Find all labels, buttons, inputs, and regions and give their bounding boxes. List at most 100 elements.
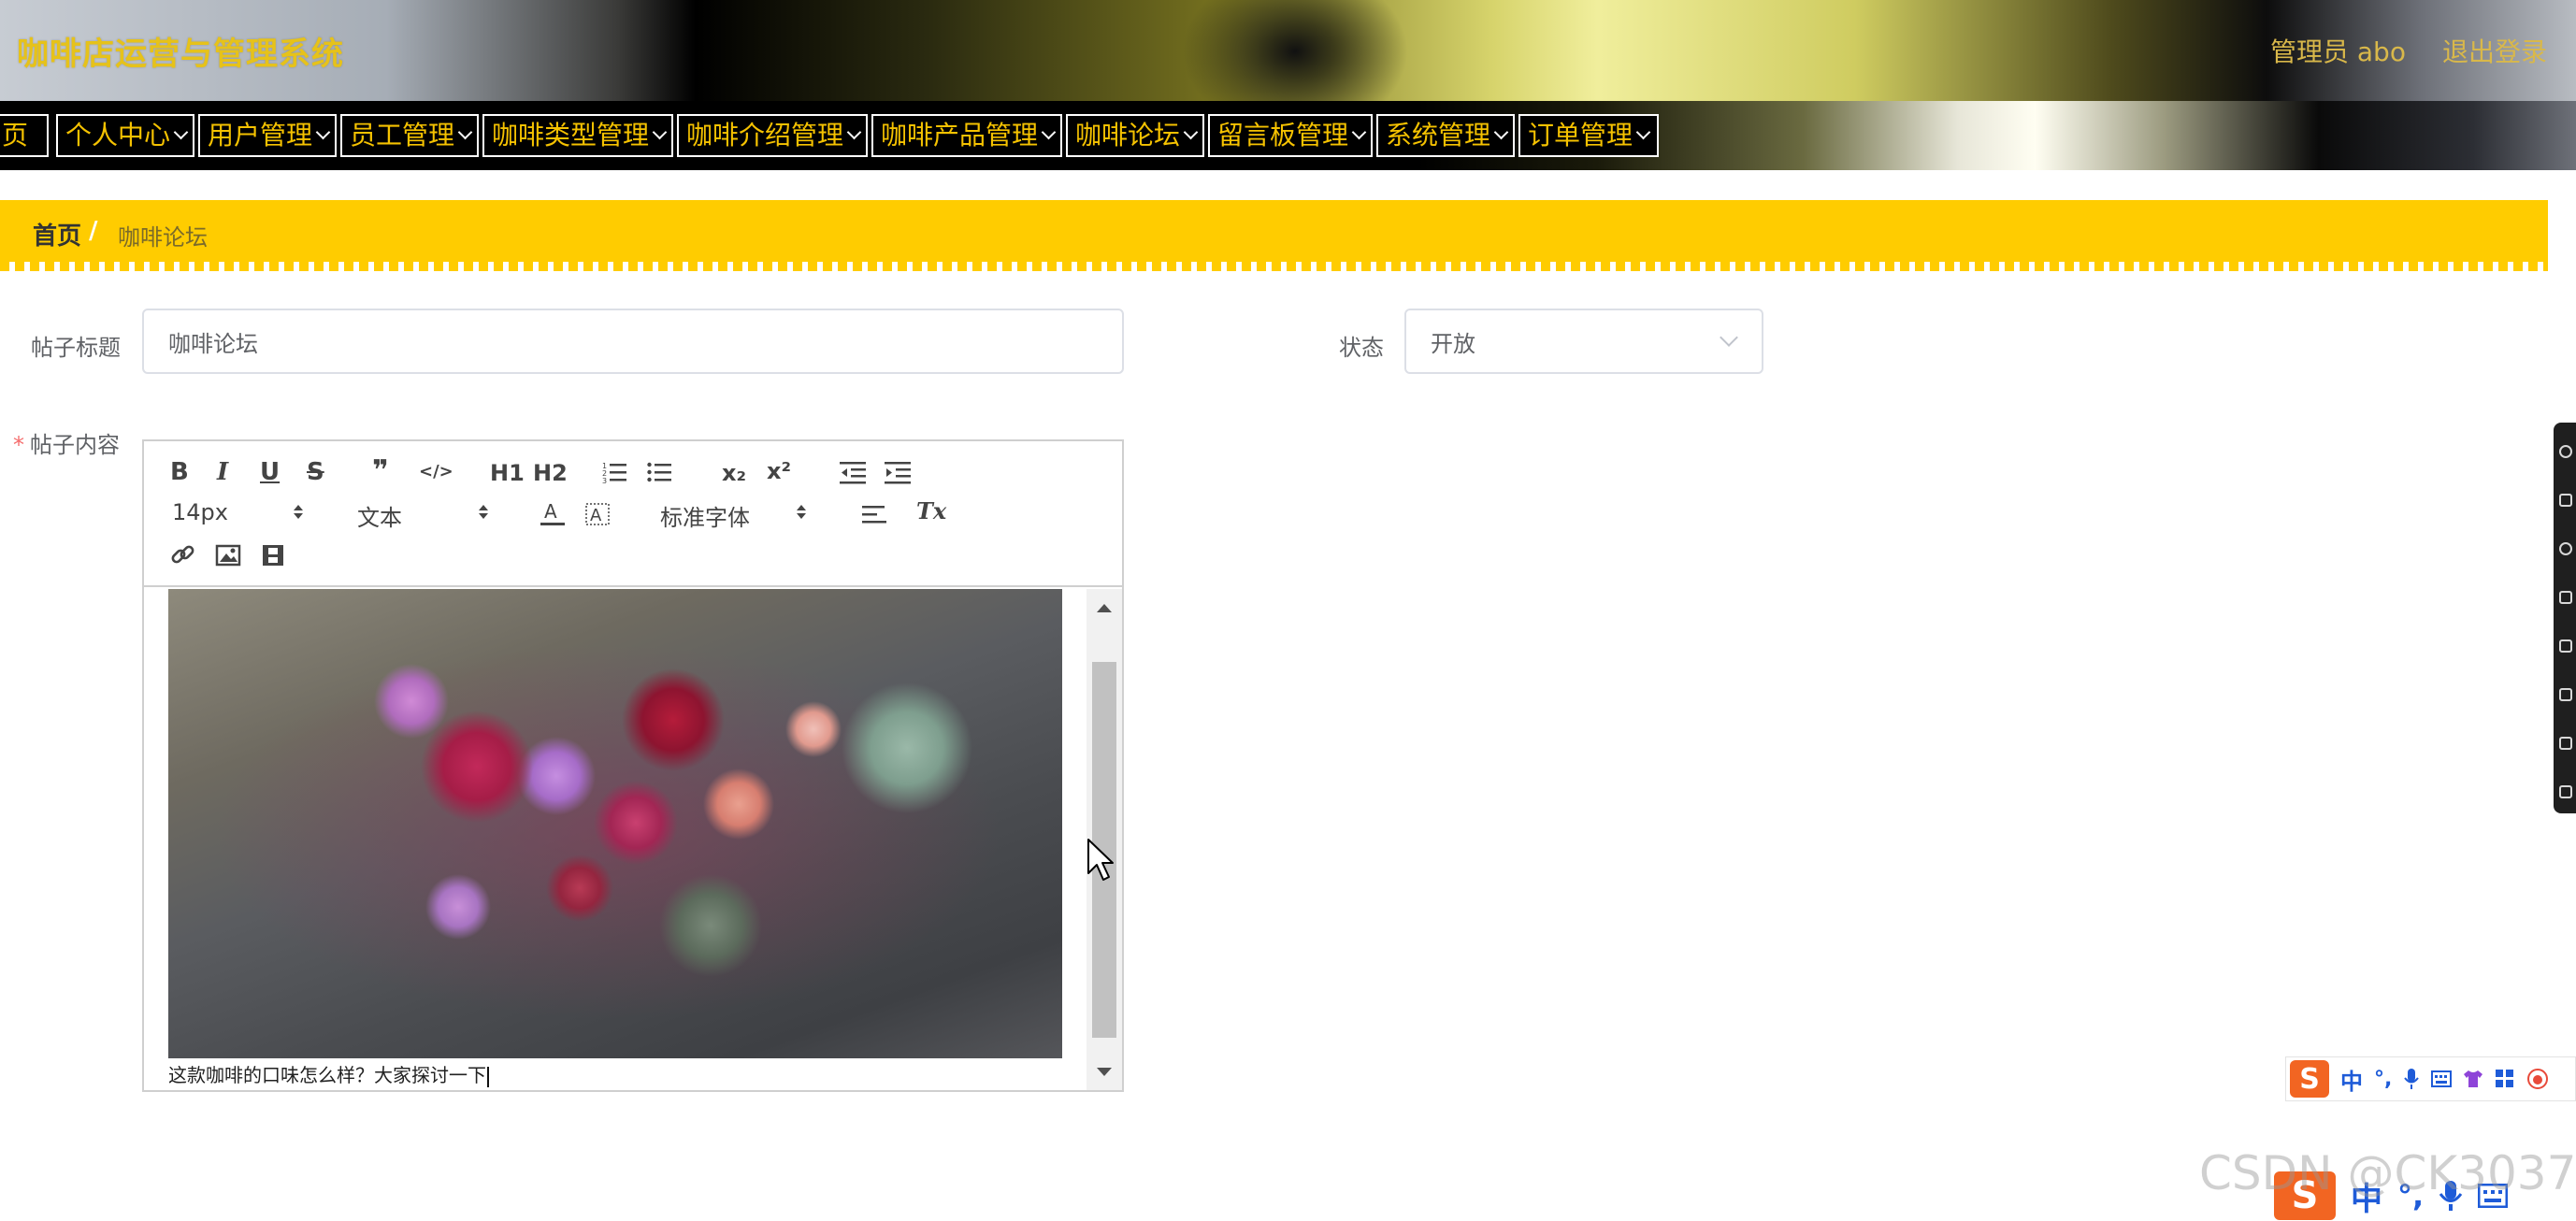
- flower-bouquet-image: [168, 589, 1062, 1058]
- indent-icon[interactable]: [885, 460, 911, 484]
- scroll-up-arrow-icon[interactable]: [1097, 604, 1112, 612]
- font-family-select[interactable]: 标准字体: [660, 499, 750, 532]
- breadcrumb-home-link[interactable]: 首页: [33, 217, 81, 251]
- bullet-list-icon[interactable]: [647, 460, 671, 484]
- chevron-down-icon: [1183, 124, 1199, 140]
- h1-button[interactable]: H1: [490, 460, 525, 486]
- post-title-value: 咖啡论坛: [168, 330, 258, 357]
- nav-item-user-management[interactable]: 用户管理: [198, 114, 337, 157]
- nav-item-staff-management[interactable]: 员工管理: [340, 114, 479, 157]
- breadcrumb: [0, 200, 2548, 262]
- blockquote-button[interactable]: ❞: [372, 454, 389, 487]
- side-tool-icon[interactable]: [2559, 494, 2572, 507]
- nav-item-coffee-forum[interactable]: 咖啡论坛: [1066, 114, 1204, 157]
- italic-button[interactable]: I: [217, 458, 228, 486]
- status-select[interactable]: 开放: [1404, 309, 1763, 374]
- side-tool-icon[interactable]: [2559, 445, 2572, 458]
- post-content-label-text: 帖子内容: [30, 432, 120, 458]
- microphone-icon[interactable]: [2403, 1068, 2420, 1090]
- logout-button[interactable]: 退出登录: [2442, 32, 2547, 69]
- nav-item-label: 页: [2, 120, 29, 151]
- nav-item-coffee-intro-management[interactable]: 咖啡介绍管理: [677, 114, 868, 157]
- nav-item-home[interactable]: 页: [0, 114, 49, 157]
- ime-avatar-icon[interactable]: [2526, 1068, 2549, 1090]
- nav-item-label: 咖啡论坛: [1075, 120, 1181, 151]
- editor-text-content: 这款咖啡的口味怎么样？大家探讨一下: [168, 1064, 486, 1086]
- clear-format-button[interactable]: Tx: [916, 497, 946, 524]
- code-block-button[interactable]: </>: [419, 462, 453, 481]
- nav-item-coffee-product-management[interactable]: 咖啡产品管理: [871, 114, 1062, 157]
- link-icon[interactable]: [170, 542, 196, 568]
- scroll-down-arrow-icon[interactable]: [1097, 1068, 1112, 1076]
- chevron-down-icon: [315, 124, 331, 140]
- header-format-select[interactable]: 文本: [357, 499, 402, 532]
- font-size-select[interactable]: 14px: [172, 499, 228, 525]
- status-selected-value: 开放: [1431, 330, 1475, 357]
- bold-button[interactable]: B: [170, 458, 189, 486]
- side-tool-icon[interactable]: [2559, 737, 2572, 750]
- main-nav: 页 个人中心 用户管理 员工管理 咖啡类型管理 咖啡介绍管理 咖啡产品管理 咖啡…: [0, 101, 2576, 170]
- nav-item-coffee-type-management[interactable]: 咖啡类型管理: [482, 114, 673, 157]
- csdn-watermark: CSDN @CK3037: [2199, 1146, 2576, 1200]
- post-title-input[interactable]: 咖啡论坛: [142, 309, 1124, 374]
- ordered-list-icon[interactable]: 1 2 3: [602, 460, 626, 484]
- nav-item-personal-center[interactable]: 个人中心: [56, 114, 194, 157]
- h2-button[interactable]: H2: [533, 460, 568, 486]
- nav-item-message-board-management[interactable]: 留言板管理: [1208, 114, 1373, 157]
- floating-side-toolbar[interactable]: [2554, 423, 2576, 813]
- strike-button[interactable]: S: [307, 458, 324, 486]
- select-arrows-icon: [797, 505, 806, 520]
- side-tool-icon[interactable]: [2559, 785, 2572, 798]
- keyboard-icon[interactable]: [2431, 1070, 2453, 1087]
- chevron-down-icon: [1635, 124, 1651, 140]
- side-tool-icon[interactable]: [2559, 639, 2572, 653]
- top-header: 咖啡店运营与管理系统 管理员 abo 退出登录: [0, 0, 2576, 101]
- outdent-icon[interactable]: [840, 460, 866, 484]
- subscript-button[interactable]: x₂: [722, 460, 746, 486]
- image-icon[interactable]: [215, 542, 241, 568]
- nav-item-label: 员工管理: [350, 120, 455, 151]
- ime-punctuation-toggle[interactable]: °,: [2374, 1068, 2392, 1091]
- nav-item-label: 订单管理: [1528, 120, 1633, 151]
- text-caret: [487, 1066, 489, 1087]
- align-left-icon[interactable]: [862, 503, 888, 527]
- ime-toolbar[interactable]: S 中 °,: [2285, 1056, 2576, 1101]
- nav-item-order-management[interactable]: 订单管理: [1518, 114, 1659, 157]
- breadcrumb-separator: /: [89, 217, 98, 245]
- chevron-down-icon: [1720, 328, 1738, 347]
- nav-item-label: 咖啡介绍管理: [686, 120, 844, 151]
- nav-item-label: 个人中心: [65, 120, 171, 151]
- svg-text:3: 3: [602, 477, 607, 484]
- svg-text:A: A: [544, 501, 557, 523]
- video-icon[interactable]: [260, 542, 286, 568]
- nav-item-label: 系统管理: [1386, 120, 1491, 151]
- nav-item-label: 咖啡类型管理: [492, 120, 650, 151]
- side-tool-icon[interactable]: [2559, 542, 2572, 555]
- post-content-label: * 帖子内容: [13, 426, 120, 459]
- chevron-down-icon: [652, 124, 668, 140]
- select-arrows-icon: [294, 505, 303, 520]
- underline-button[interactable]: U: [260, 458, 280, 486]
- nav-item-label: 用户管理: [208, 120, 313, 151]
- svg-text:A: A: [590, 506, 602, 525]
- post-title-label: 帖子标题: [31, 335, 121, 361]
- nav-item-system-management[interactable]: 系统管理: [1376, 114, 1515, 157]
- font-color-icon[interactable]: A: [540, 501, 565, 527]
- rich-text-editor: B I U S ❞ </> H1 H2 1 2 3 x₂ x² 14px 文本 …: [142, 439, 1124, 1092]
- skin-shirt-icon[interactable]: [2463, 1069, 2483, 1089]
- chevron-down-icon: [1493, 124, 1509, 140]
- sogou-logo-icon: S: [2290, 1060, 2329, 1098]
- side-tool-icon[interactable]: [2559, 688, 2572, 701]
- side-tool-icon[interactable]: [2559, 591, 2572, 604]
- breadcrumb-zigzag-edge: [0, 262, 2548, 271]
- superscript-button[interactable]: x²: [767, 458, 791, 484]
- background-color-icon[interactable]: A: [585, 501, 610, 527]
- required-mark: *: [13, 432, 24, 458]
- breadcrumb-current: 咖啡论坛: [118, 224, 208, 251]
- app-grid-icon[interactable]: [2495, 1069, 2515, 1089]
- ime-language-toggle[interactable]: 中: [2340, 1063, 2363, 1096]
- nav-item-label: 留言板管理: [1217, 120, 1349, 151]
- chevron-down-icon: [1351, 124, 1367, 140]
- app-title: 咖啡店运营与管理系统: [17, 36, 344, 73]
- editor-content-area[interactable]: 这款咖啡的口味怎么样？大家探讨一下: [144, 589, 1122, 1090]
